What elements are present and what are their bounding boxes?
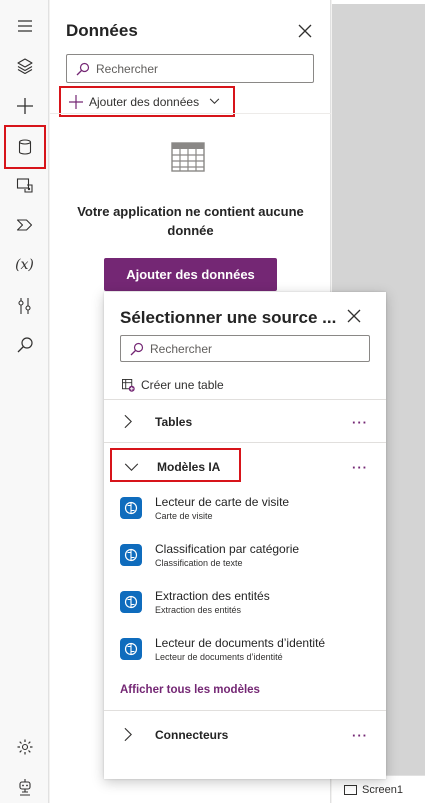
virtual-agent-icon[interactable]	[0, 767, 49, 803]
chevron-right-icon	[124, 414, 132, 429]
model-item[interactable]: Classification par catégorie Classificat…	[120, 542, 370, 576]
search-placeholder: Rechercher	[150, 341, 213, 356]
flyout-title: Sélectionner une source ...	[120, 308, 337, 327]
model-title: Classification par catégorie	[155, 542, 300, 556]
divider	[50, 113, 331, 114]
more-options-icon[interactable]: ···	[352, 415, 368, 430]
model-item[interactable]: Extraction des entités Extraction des en…	[120, 589, 370, 623]
group-tables-label: Tables	[155, 415, 193, 429]
power-automate-icon[interactable]	[0, 205, 49, 245]
table-grid-icon	[171, 142, 205, 177]
variables-icon[interactable]: (x)	[0, 245, 49, 285]
create-table-label: Créer une table	[141, 378, 224, 392]
media-icon[interactable]	[0, 165, 49, 205]
chevron-down-icon	[209, 98, 220, 104]
model-title: Lecteur de carte de visite	[155, 495, 290, 509]
model-subtitle: Extraction des entités	[155, 605, 242, 615]
empty-state-text: Votre application ne contient aucune don…	[77, 204, 304, 238]
divider	[104, 399, 386, 400]
screen-tab[interactable]: Screen1	[332, 775, 425, 803]
show-all-models-link[interactable]: Afficher tous les modèles	[120, 684, 260, 696]
group-connectors-label: Connecteurs	[155, 728, 229, 742]
ai-model-icon	[120, 638, 142, 660]
plus-icon	[69, 94, 83, 109]
close-icon[interactable]	[346, 308, 362, 324]
settings-icon[interactable]	[0, 727, 49, 767]
ai-model-icon	[120, 591, 142, 613]
canvas-top-strip	[332, 0, 425, 4]
model-subtitle: Classification de texte	[155, 558, 243, 568]
panel-search-input[interactable]: Rechercher	[66, 54, 314, 83]
search-icon[interactable]	[0, 325, 49, 365]
group-tables[interactable]: Tables ···	[104, 410, 386, 434]
add-data-button[interactable]: Ajouter des données	[104, 258, 277, 291]
database-highlight	[4, 125, 46, 169]
model-title: Extraction des entités	[155, 589, 270, 603]
close-icon[interactable]	[297, 23, 313, 39]
model-item[interactable]: Lecteur de documents d’identité Lecteur …	[120, 636, 370, 670]
plus-icon[interactable]	[0, 86, 49, 126]
table-add-icon	[122, 378, 135, 392]
search-placeholder: Rechercher	[96, 61, 159, 76]
left-rail: (x)	[0, 0, 49, 803]
ai-model-icon	[120, 544, 142, 566]
ai-models-highlight	[110, 448, 241, 482]
screen-tab-label: Screen1	[362, 783, 403, 796]
ai-model-icon	[120, 497, 142, 519]
model-subtitle: Carte de visite	[155, 511, 213, 521]
flyout-search-input[interactable]: Rechercher	[120, 335, 370, 362]
panel-title: Données	[66, 21, 138, 40]
hamburger-menu-icon[interactable]	[0, 6, 49, 46]
chevron-right-icon	[124, 727, 132, 742]
more-options-icon[interactable]: ···	[352, 728, 368, 743]
layers-icon[interactable]	[0, 46, 49, 86]
screen-icon	[344, 784, 357, 795]
search-icon	[76, 62, 90, 75]
create-table-button[interactable]: Créer une table	[122, 378, 224, 392]
model-title: Lecteur de documents d’identité	[155, 636, 326, 650]
model-subtitle: Lecteur de documents d’identité	[155, 652, 283, 662]
model-item[interactable]: Lecteur de carte de visite Carte de visi…	[120, 495, 370, 529]
more-options-icon[interactable]: ···	[352, 460, 368, 475]
add-data-label: Ajouter des données	[89, 94, 200, 109]
advanced-tools-icon[interactable]	[0, 286, 49, 326]
divider	[104, 710, 386, 711]
select-source-flyout: Sélectionner une source ... Rechercher C…	[104, 292, 386, 779]
group-connectors[interactable]: Connecteurs ···	[104, 723, 386, 747]
divider	[104, 442, 386, 443]
search-icon	[130, 342, 144, 355]
